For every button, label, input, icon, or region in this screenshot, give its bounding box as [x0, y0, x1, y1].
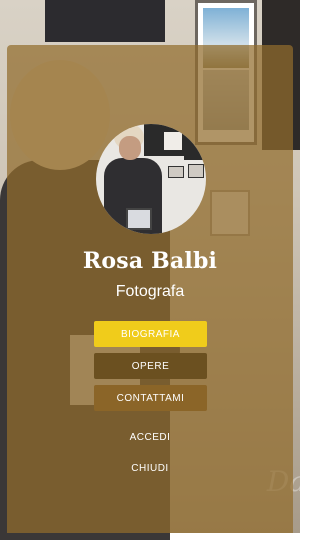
avatar-background-frame: [184, 124, 206, 160]
profile-role: Fotografa: [115, 283, 185, 300]
opere-button[interactable]: OPERE: [94, 353, 207, 379]
biografia-button[interactable]: BIOGRAFIA: [94, 321, 207, 347]
chiudi-link[interactable]: CHIUDI: [0, 463, 300, 474]
contattami-button[interactable]: CONTATTAMI: [94, 385, 207, 411]
avatar-background-frame: [188, 164, 204, 178]
avatar-book: [126, 208, 152, 230]
avatar-background-frame: [164, 132, 182, 150]
profile-name: Rosa Balbi: [82, 248, 218, 274]
avatar-face: [119, 136, 141, 160]
profile-avatar: [96, 124, 206, 234]
accedi-link[interactable]: ACCEDI: [0, 432, 300, 443]
wall-artwork: [45, 0, 165, 42]
avatar-background-frame: [168, 166, 184, 178]
